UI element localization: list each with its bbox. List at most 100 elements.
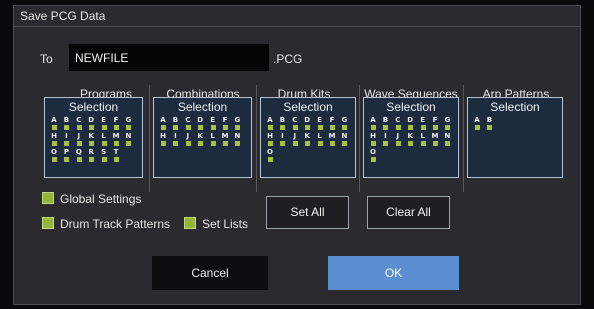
bank-letter: M	[221, 132, 229, 140]
bank-checkbox[interactable]	[305, 141, 311, 146]
bank-checkbox[interactable]	[305, 125, 311, 130]
bank-checkbox[interactable]	[52, 141, 57, 146]
bank-checkbox[interactable]	[185, 141, 191, 146]
bank-checkbox[interactable]	[408, 125, 414, 130]
bank-checkbox[interactable]	[126, 141, 132, 146]
bank-checkbox[interactable]	[475, 125, 480, 130]
drum-track-patterns-checkbox[interactable]	[42, 217, 54, 229]
bank-letter: C	[292, 116, 298, 124]
set-all-button[interactable]: Set All	[266, 196, 349, 229]
cancel-button[interactable]: Cancel	[152, 256, 268, 290]
bank-checkbox[interactable]	[420, 125, 426, 130]
wave-sequences-selection[interactable]: Selection ABCDEFG HI JKLMN O	[363, 97, 459, 178]
bank-letter: I	[65, 132, 68, 140]
bank-checkbox[interactable]	[330, 141, 335, 146]
bank-checkbox[interactable]	[76, 141, 82, 146]
bank-checkbox[interactable]	[383, 141, 389, 146]
bank-checkbox[interactable]	[317, 125, 323, 130]
bank-checkbox[interactable]	[395, 125, 401, 130]
bank-letter: T	[113, 148, 119, 156]
bank-checkbox[interactable]	[280, 125, 286, 130]
bank-checkbox[interactable]	[114, 125, 119, 130]
bank-checkbox[interactable]	[371, 141, 376, 146]
bank-checkbox[interactable]	[317, 141, 323, 146]
bank-checkbox[interactable]	[101, 125, 107, 130]
bank-checkbox[interactable]	[210, 141, 216, 146]
bank-letter: P	[63, 148, 69, 156]
bank-checkbox[interactable]	[198, 141, 204, 146]
bank-checkbox[interactable]	[114, 141, 119, 146]
bank-checkbox[interactable]	[433, 125, 438, 130]
bank-checkbox[interactable]	[64, 157, 70, 162]
clear-all-button[interactable]: Clear All	[367, 196, 450, 229]
bank-letter: B	[172, 116, 179, 124]
bank-letter: L	[317, 132, 322, 140]
bank-checkbox[interactable]	[185, 125, 191, 130]
bank-checkbox[interactable]	[161, 141, 166, 146]
bank-checkbox[interactable]	[487, 125, 493, 130]
bank-letter: M	[112, 132, 120, 140]
bank-checkbox[interactable]	[64, 141, 70, 146]
column-divider	[463, 85, 464, 192]
bank-checkbox[interactable]	[371, 157, 376, 162]
bank-checkbox[interactable]	[342, 125, 348, 130]
bank-checkbox[interactable]	[223, 141, 228, 146]
combinations-selection[interactable]: Selection ABCDEFG HI JKLMN	[153, 97, 252, 178]
global-settings-label: Global Settings	[60, 192, 142, 206]
bank-checkbox[interactable]	[292, 125, 298, 130]
bank-checkbox[interactable]	[101, 141, 107, 146]
bank-checkbox[interactable]	[235, 125, 241, 130]
bank-checkbox[interactable]	[445, 125, 451, 130]
to-label: To	[40, 52, 53, 66]
bank-letter: G	[444, 116, 451, 124]
bank-checkbox[interactable]	[408, 141, 414, 146]
bank-checkbox[interactable]	[445, 141, 451, 146]
bank-checkbox[interactable]	[292, 141, 298, 146]
save-pcg-dialog: Save PCG Data To NEWFILE .PCG Programs C…	[13, 5, 581, 305]
bank-checkbox[interactable]	[101, 157, 107, 162]
bank-checkbox[interactable]	[330, 125, 335, 130]
ok-button[interactable]: OK	[328, 256, 459, 290]
bank-checkbox[interactable]	[89, 125, 95, 130]
bank-checkbox[interactable]	[383, 125, 389, 130]
bank-checkbox[interactable]	[268, 125, 273, 130]
set-lists-checkbox[interactable]	[184, 217, 196, 229]
bank-checkbox[interactable]	[76, 157, 82, 162]
global-settings-checkbox[interactable]	[42, 192, 54, 204]
bank-checkbox[interactable]	[420, 141, 426, 146]
bank-checkbox[interactable]	[161, 125, 166, 130]
bank-checkbox[interactable]	[64, 125, 70, 130]
bank-letter: K	[88, 132, 94, 140]
bank-checkbox[interactable]	[126, 125, 132, 130]
bank-checkbox[interactable]	[198, 125, 204, 130]
bank-letter: G	[341, 116, 348, 124]
bank-checkbox[interactable]	[173, 141, 179, 146]
drum-kits-selection[interactable]: Selection ABCDEFG HI JKLMN O	[260, 97, 356, 178]
bank-checkbox[interactable]	[268, 157, 273, 162]
bank-checkbox[interactable]	[395, 141, 401, 146]
bank-checkbox[interactable]	[114, 157, 119, 162]
bank-checkbox[interactable]	[52, 157, 57, 162]
bank-letter: D	[88, 116, 95, 124]
bank-checkbox[interactable]	[342, 141, 348, 146]
bank-checkbox[interactable]	[89, 157, 95, 162]
arp-patterns-selection[interactable]: Selection AB	[467, 97, 563, 178]
bank-checkbox[interactable]	[89, 141, 95, 146]
bank-checkbox[interactable]	[52, 125, 57, 130]
bank-checkbox[interactable]	[235, 141, 241, 146]
bank-letter: D	[407, 116, 414, 124]
dialog-title: Save PCG Data	[14, 6, 580, 26]
bank-checkbox[interactable]	[371, 125, 376, 130]
bank-checkbox[interactable]	[433, 141, 438, 146]
bank-checkbox[interactable]	[280, 141, 286, 146]
bank-letter: O	[267, 148, 273, 156]
bank-checkbox[interactable]	[210, 125, 216, 130]
bank-letter: I	[174, 132, 177, 140]
bank-checkbox[interactable]	[223, 125, 228, 130]
bank-checkbox[interactable]	[173, 125, 179, 130]
filename-input[interactable]: NEWFILE	[69, 44, 269, 71]
bank-checkbox[interactable]	[76, 125, 82, 130]
bank-letter: A	[370, 116, 376, 124]
bank-checkbox[interactable]	[268, 141, 273, 146]
programs-selection[interactable]: Selection ABCDEFG HI JKLMN OPQRST	[44, 97, 143, 178]
